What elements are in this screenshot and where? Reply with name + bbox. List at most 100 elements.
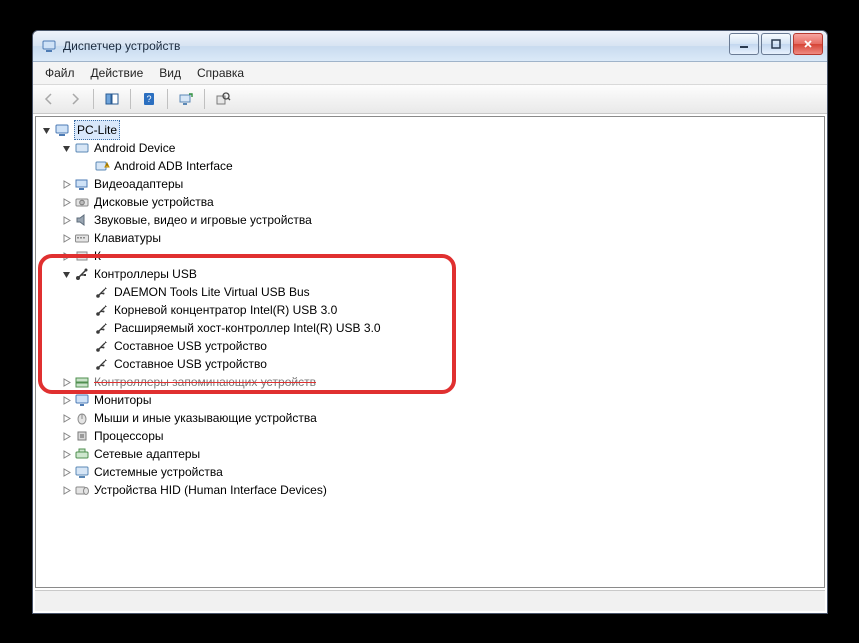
device-category-icon [74, 140, 90, 156]
expand-icon[interactable] [60, 412, 72, 424]
tree-node: Видеоадаптеры [60, 175, 824, 193]
expand-icon[interactable] [60, 214, 72, 226]
hid-icon [74, 482, 90, 498]
tree-node: Расширяемый хост-контроллер Intel(R) USB… [80, 319, 824, 337]
collapse-icon[interactable] [40, 124, 52, 136]
usb-icon [94, 302, 110, 318]
usb-controller-icon [74, 266, 90, 282]
usb-icon [94, 356, 110, 372]
back-button[interactable] [37, 87, 61, 111]
tree-row[interactable]: Контроллеры USB [60, 265, 824, 283]
toolbar-separator [204, 89, 205, 109]
tree-row[interactable]: Процессоры [60, 427, 824, 445]
tree-label: DAEMON Tools Lite Virtual USB Bus [114, 283, 310, 301]
expand-icon[interactable] [60, 466, 72, 478]
tree-row[interactable]: DAEMON Tools Lite Virtual USB Bus [80, 283, 824, 301]
tree-row[interactable]: Мониторы [60, 391, 824, 409]
tree-row[interactable]: Составное USB устройство [80, 355, 824, 373]
forward-button[interactable] [63, 87, 87, 111]
tree-row[interactable]: Системные устройства [60, 463, 824, 481]
tree-row[interactable]: Клавиатуры [60, 229, 824, 247]
tree-row[interactable]: Сетевые адаптеры [60, 445, 824, 463]
device-manager-window: Диспетчер устройств Файл Действие Вид Сп… [32, 30, 828, 614]
tree-label: К [94, 247, 101, 265]
tree-row[interactable]: Звуковые, видео и игровые устройства [60, 211, 824, 229]
tree-node: Системные устройства [60, 463, 824, 481]
usb-icon [94, 338, 110, 354]
toolbar-separator [167, 89, 168, 109]
collapse-icon[interactable] [60, 268, 72, 280]
tree-row[interactable]: Корневой концентратор Intel(R) USB 3.0 [80, 301, 824, 319]
processor-icon [74, 428, 90, 444]
disk-drive-icon [74, 194, 90, 210]
tree-row[interactable]: Android ADB Interface [80, 157, 824, 175]
tree-row[interactable]: К [60, 247, 824, 265]
toolbar: ? [33, 85, 827, 114]
tree-label: Android Device [94, 139, 175, 157]
maximize-button[interactable] [761, 33, 791, 55]
tree-node: Мыши и иные указывающие устройства [60, 409, 824, 427]
tree-row[interactable]: Видеоадаптеры [60, 175, 824, 193]
toolbar-separator [130, 89, 131, 109]
close-button[interactable] [793, 33, 823, 55]
tree-label: Корневой концентратор Intel(R) USB 3.0 [114, 301, 337, 319]
show-hide-console-button[interactable] [100, 87, 124, 111]
tree-node: Процессоры [60, 427, 824, 445]
tree-node: DAEMON Tools Lite Virtual USB Bus [80, 283, 824, 301]
tree-node: Корневой концентратор Intel(R) USB 3.0 [80, 301, 824, 319]
minimize-button[interactable] [729, 33, 759, 55]
tree-label: PC-Lite [74, 120, 120, 140]
tree-node: Составное USB устройство [80, 355, 824, 373]
tree-row[interactable]: Android Device [60, 139, 824, 157]
tree-row[interactable]: Дисковые устройства [60, 193, 824, 211]
tree-label: Мониторы [94, 391, 151, 409]
expand-icon[interactable] [60, 196, 72, 208]
statusbar [35, 590, 825, 611]
monitor-icon [74, 392, 90, 408]
adb-warn-icon [94, 158, 110, 174]
tree-row[interactable]: Составное USB устройство [80, 337, 824, 355]
tree-node: Android DeviceAndroid ADB Interface [60, 139, 824, 175]
expand-icon[interactable] [60, 394, 72, 406]
tree-root-node: PC-Lite Android DeviceAndroid ADB Interf… [40, 121, 824, 499]
menu-help[interactable]: Справка [189, 64, 252, 82]
menu-action[interactable]: Действие [83, 64, 152, 82]
expand-icon[interactable] [60, 250, 72, 262]
tree-row[interactable]: Расширяемый хост-контроллер Intel(R) USB… [80, 319, 824, 337]
properties-button[interactable] [211, 87, 235, 111]
menu-file[interactable]: Файл [37, 64, 83, 82]
keyboard-icon [74, 230, 90, 246]
scan-hardware-button[interactable] [174, 87, 198, 111]
tree-label: Android ADB Interface [114, 157, 233, 175]
tree-label: Системные устройства [94, 463, 223, 481]
tree-label: Устройства HID (Human Interface Devices) [94, 481, 327, 499]
device-tree[interactable]: PC-Lite Android DeviceAndroid ADB Interf… [35, 116, 825, 588]
tree-row[interactable]: Устройства HID (Human Interface Devices) [60, 481, 824, 499]
window-title: Диспетчер устройств [63, 39, 180, 53]
titlebar: Диспетчер устройств [33, 31, 827, 62]
expand-icon[interactable] [60, 178, 72, 190]
expand-icon[interactable] [60, 232, 72, 244]
display-adapter-icon [74, 176, 90, 192]
expand-icon[interactable] [60, 448, 72, 460]
app-icon [41, 38, 57, 54]
tree-label: Видеоадаптеры [94, 175, 183, 193]
content-area: PC-Lite Android DeviceAndroid ADB Interf… [33, 114, 827, 613]
expand-icon[interactable] [60, 430, 72, 442]
expand-icon[interactable] [60, 484, 72, 496]
tree-row[interactable]: Мыши и иные указывающие устройства [60, 409, 824, 427]
tree-row-root[interactable]: PC-Lite [40, 121, 824, 139]
tree-node: Контроллеры запоминающих устройств [60, 373, 824, 391]
mouse-icon [74, 410, 90, 426]
svg-text:?: ? [146, 94, 151, 104]
tree-node: Android ADB Interface [80, 157, 824, 175]
expand-icon[interactable] [60, 376, 72, 388]
window-controls [729, 33, 823, 55]
collapse-icon[interactable] [60, 142, 72, 154]
tree-label: Составное USB устройство [114, 355, 267, 373]
help-button[interactable]: ? [137, 87, 161, 111]
tree-node: Устройства HID (Human Interface Devices) [60, 481, 824, 499]
menu-view[interactable]: Вид [151, 64, 189, 82]
sound-icon [74, 212, 90, 228]
tree-row[interactable]: Контроллеры запоминающих устройств [60, 373, 824, 391]
